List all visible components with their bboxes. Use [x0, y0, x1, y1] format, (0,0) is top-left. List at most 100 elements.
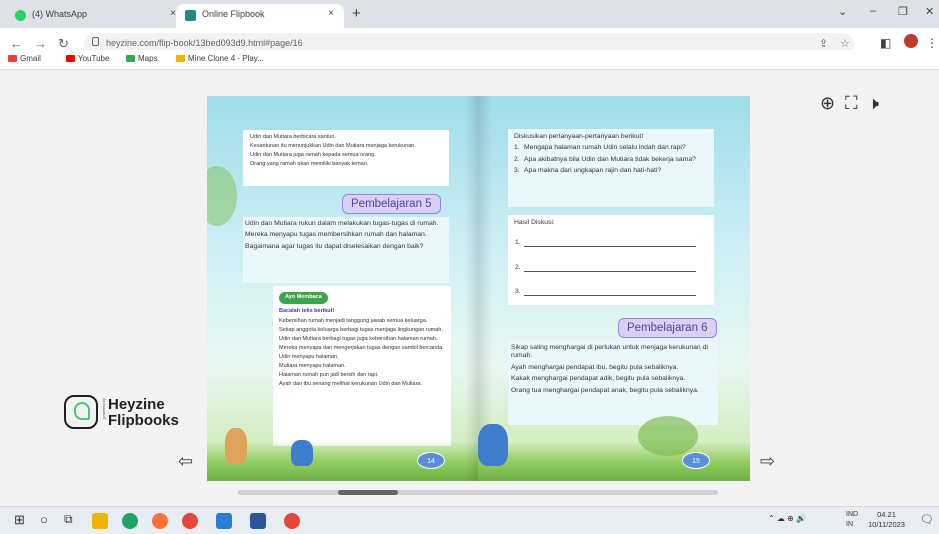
more-menu-icon[interactable]: ⋮	[926, 36, 938, 50]
search-icon[interactable]: ○	[40, 512, 48, 527]
question-item: 1. Mengapa halaman rumah Udin selalu inda…	[514, 144, 686, 152]
start-icon[interactable]: ⊞	[14, 512, 25, 528]
reading-line: Mutiara menyapu halaman.	[279, 363, 346, 369]
flipbook-spread[interactable]: Udin dan Mutiara berbicara santun. Kesan…	[207, 96, 750, 481]
answer-line[interactable]: 2.	[515, 264, 696, 272]
close-tab-icon[interactable]: ×	[328, 8, 334, 19]
chrome-icon[interactable]	[284, 513, 300, 529]
url-text: heyzine.com/flip-book/13bed093d9.html#pa…	[106, 38, 303, 48]
maps-icon	[126, 55, 135, 62]
body-paragraph: Orang tua menghargai pendapat anak, begi…	[511, 386, 699, 394]
reading-line: Mereka menyapa dan mengerjakan tugas den…	[279, 345, 444, 351]
body-paragraph: Ayah menghargai pendapat ibu, begitu pul…	[511, 363, 679, 371]
reading-instruction: Bacalah teks berikut!	[279, 307, 335, 314]
app-icon[interactable]	[182, 513, 198, 529]
reading-line: Setiap anggota keluarga berbagi tugas me…	[279, 327, 443, 333]
windows-taskbar: ⊞ ○ ⧉ ⌃ ☁ ⊕ 🔊 IND IN 04.21 10/11/2023 🗨	[0, 506, 939, 534]
tab-strip: (4) WhatsApp × Online Flipbook × + ⌄ – ❐…	[0, 0, 939, 28]
firefox-icon[interactable]	[152, 513, 168, 529]
page-scrollbar[interactable]	[238, 490, 718, 495]
bookmark-maps[interactable]: Maps	[126, 54, 158, 63]
bookmark-gmail[interactable]: Gmail	[8, 54, 41, 63]
flipbook-icon	[185, 10, 196, 21]
page-number-badge: 15	[682, 452, 710, 469]
word-icon[interactable]	[250, 513, 266, 529]
gmail-icon	[8, 55, 17, 62]
minimize-button[interactable]: –	[870, 5, 876, 17]
intro-line: Orang yang ramah akan memiliki banyak te…	[250, 161, 369, 167]
answer-line[interactable]: 3.	[515, 288, 696, 296]
scrollbar-thumb[interactable]	[338, 490, 398, 495]
fullscreen-icon[interactable]: ⛶	[845, 93, 868, 113]
reading-line: Udin menyapu halaman.	[279, 354, 339, 360]
bookmarks-bar: Gmail YouTube Maps Mine Clone 4 - Play..…	[0, 50, 939, 70]
viewer-toolbar: ⊕⛶🕨	[820, 93, 889, 114]
page-number-badge: 14	[417, 452, 445, 469]
bookmark-youtube[interactable]: YouTube	[66, 54, 109, 63]
heyzine-brand: Heyzine Flipbooks	[108, 396, 179, 429]
page-15[interactable]: Diskusikan pertanyaan-pertanyaan berikut…	[478, 96, 750, 481]
tab-label: (4) WhatsApp	[32, 9, 88, 19]
close-window-button[interactable]: ✕	[925, 5, 934, 18]
chrome-app-icon[interactable]	[122, 513, 138, 529]
child-illustration	[225, 428, 247, 464]
body-paragraph: Kakak menghargai pendapat adik, begitu p…	[511, 375, 686, 383]
body-paragraph: Udin dan Mutiara rukun dalam melakukan t…	[245, 220, 439, 227]
file-explorer-icon[interactable]	[92, 513, 108, 529]
zoom-icon[interactable]: ⊕	[820, 93, 845, 113]
reading-line: Halaman rumah pun jadi bersih dan rapi.	[279, 372, 379, 378]
intro-line: Kesantunan itu menunjukkan Udin dan Muti…	[250, 143, 416, 149]
question-item: 2. Apa akibatnya bila Udin dan Mutiara ti…	[514, 155, 696, 163]
language-indicator[interactable]: IND IN	[846, 510, 858, 530]
tab-online-flipbook[interactable]: Online Flipbook ×	[176, 4, 344, 28]
ayo-membaca-badge: Ayo Membaca	[279, 292, 328, 304]
reading-card: Ayo Membaca Bacalah teks berikut! Kebers…	[273, 286, 451, 446]
tab-search-icon[interactable]: ⌄	[838, 5, 847, 18]
question-item: 3. Apa makna dari ungkapan rajin dan hati…	[514, 167, 662, 175]
app-icon[interactable]	[216, 513, 232, 529]
question-list: 1. Mengapa halaman rumah Udin selalu inda…	[514, 144, 708, 175]
share-icon[interactable]: ⇪	[819, 37, 828, 50]
bookmark-mine-clone[interactable]: Mine Clone 4 - Play...	[176, 54, 264, 63]
profile-avatar[interactable]	[904, 34, 918, 48]
tab-label: Online Flipbook	[202, 9, 265, 19]
result-title: Hasil Diskusi:	[514, 219, 555, 226]
notification-icon[interactable]: 🗨	[920, 513, 934, 526]
tab-whatsapp[interactable]: (4) WhatsApp ×	[6, 4, 186, 28]
new-tab-button[interactable]: +	[352, 5, 361, 22]
body-paragraph: Bagaimana agar tugas itu dapat diselesai…	[245, 242, 424, 250]
reading-line: Ayah dan ibu senang melihat kerukunan Ud…	[279, 381, 422, 387]
lesson-6-label: Pembelajaran 6	[618, 318, 717, 338]
whatsapp-icon	[15, 10, 26, 21]
reading-line: Udin dan Mutiara berbagi tugas juga kebe…	[279, 336, 438, 342]
sound-icon[interactable]: 🕨	[868, 93, 889, 113]
discussion-result-card: Hasil Diskusi: 1. 2. 3.	[508, 215, 714, 305]
forward-button[interactable]: →	[34, 36, 47, 51]
task-view-icon[interactable]: ⧉	[64, 512, 73, 527]
answer-line[interactable]: 1.	[515, 239, 696, 247]
intro-line: Udin dan Mutiara juga ramah kepada semua…	[250, 152, 376, 158]
previous-page-arrow-icon[interactable]: ⇦	[178, 451, 193, 472]
reading-line: Kebersihan rumah menjadi tanggung jawab …	[279, 318, 428, 324]
tree-illustration	[207, 166, 237, 226]
flipbook-viewer: ⊕⛶🕨 Udin dan Mutiara berbicara santun. K…	[0, 71, 939, 506]
discussion-card: Diskusikan pertanyaan-pertanyaan berikut…	[508, 129, 714, 207]
lesson-5-body: Udin dan Mutiara rukun dalam melakukan t…	[243, 217, 449, 283]
sidebar-icon[interactable]: ◧	[880, 36, 891, 50]
heyzine-logo-icon	[64, 395, 98, 429]
system-tray-icons[interactable]: ⌃ ☁ ⊕ 🔊	[768, 514, 806, 523]
star-icon[interactable]: ☆	[840, 37, 850, 50]
child-illustration	[478, 424, 508, 466]
page-14[interactable]: Udin dan Mutiara berbicara santun. Kesan…	[207, 96, 479, 481]
maximize-button[interactable]: ❐	[898, 5, 908, 18]
lesson-5-label: Pembelajaran 5	[342, 194, 441, 214]
intro-text-card: Udin dan Mutiara berbicara santun. Kesan…	[243, 130, 449, 186]
clock[interactable]: 04.21 10/11/2023	[868, 510, 905, 530]
youtube-icon	[66, 55, 75, 62]
child-illustration	[291, 440, 313, 466]
back-button[interactable]: ←	[10, 36, 23, 51]
next-page-arrow-icon[interactable]: ⇨	[760, 451, 775, 472]
brand-tagline: powered by	[101, 398, 106, 419]
body-paragraph: Sikap saling menghargai di perlukan untu…	[511, 344, 708, 360]
lock-icon	[92, 37, 99, 46]
